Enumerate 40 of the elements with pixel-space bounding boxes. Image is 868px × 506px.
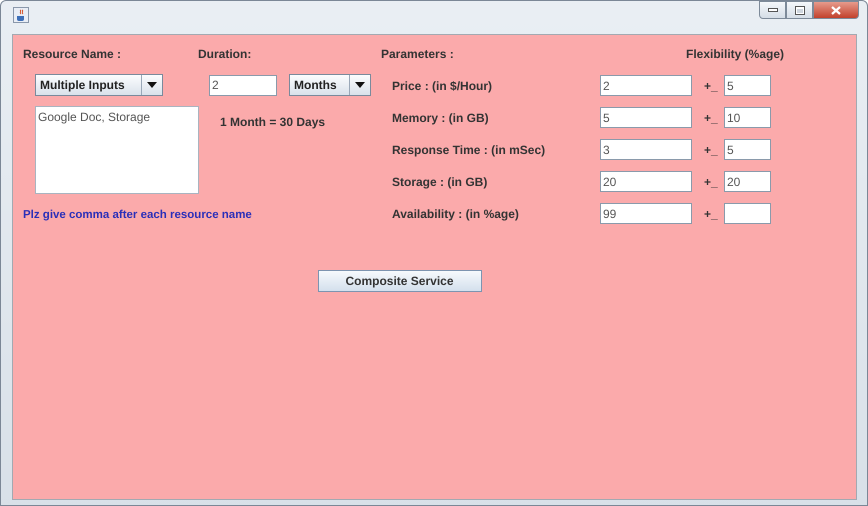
flexibility-field[interactable]: 5 — [724, 75, 771, 96]
unit-dropdown[interactable]: Months — [289, 74, 371, 96]
flexibility-field[interactable]: 20 — [724, 171, 771, 192]
plus-minus-label: +_ — [704, 142, 719, 156]
minimize-button[interactable] — [759, 1, 786, 19]
resource-dropdown[interactable]: Multiple Inputs — [35, 74, 163, 96]
duration-note: 1 Month = 30 Days — [220, 115, 326, 129]
parameters-label: Parameters : — [381, 47, 455, 61]
hint-text: Plz give comma after each resource name — [23, 209, 253, 221]
parameter-field[interactable]: 2 — [600, 75, 692, 96]
resource-name-label: Resource Name : — [23, 47, 122, 61]
parameter-field[interactable]: 99 — [600, 203, 692, 224]
maximize-icon — [794, 6, 804, 14]
caret-icon — [147, 82, 157, 88]
maximize-button[interactable] — [786, 1, 813, 19]
parameter-label: Storage : (in GB) — [392, 174, 488, 188]
parameter-field[interactable]: 5 — [600, 107, 692, 128]
close-button[interactable] — [813, 1, 859, 19]
flexibility-field[interactable]: 10 — [724, 107, 771, 128]
plus-minus-label: +_ — [704, 78, 719, 92]
plus-minus-label: +_ — [704, 206, 719, 220]
plus-minus-label: +_ — [704, 174, 719, 188]
parameter-label: Price : (in $/Hour) — [392, 78, 494, 92]
plus-minus-label: +_ — [704, 110, 719, 124]
parameter-label: Response Time : (in mSec) — [392, 142, 546, 156]
java-cup-icon — [13, 7, 29, 23]
duration-field[interactable]: 2 — [209, 74, 277, 96]
parameter-field[interactable]: 3 — [600, 139, 692, 160]
parameter-field[interactable]: 20 — [600, 171, 692, 192]
flexibility-label: Flexibility (%age) — [686, 47, 784, 61]
flexibility-field[interactable]: 5 — [724, 139, 771, 160]
parameter-label: Availability : (in %age) — [392, 206, 520, 220]
resource-names-field[interactable]: Google Doc, Storage — [35, 106, 199, 194]
minimize-icon — [768, 8, 778, 12]
flexibility-field[interactable] — [724, 203, 771, 224]
duration-label: Duration: — [198, 47, 252, 61]
caret-icon — [355, 82, 365, 88]
close-icon — [831, 6, 841, 14]
parameter-label: Memory : (in GB) — [392, 110, 490, 124]
composite-service-button[interactable]: Composite Service — [318, 270, 482, 292]
